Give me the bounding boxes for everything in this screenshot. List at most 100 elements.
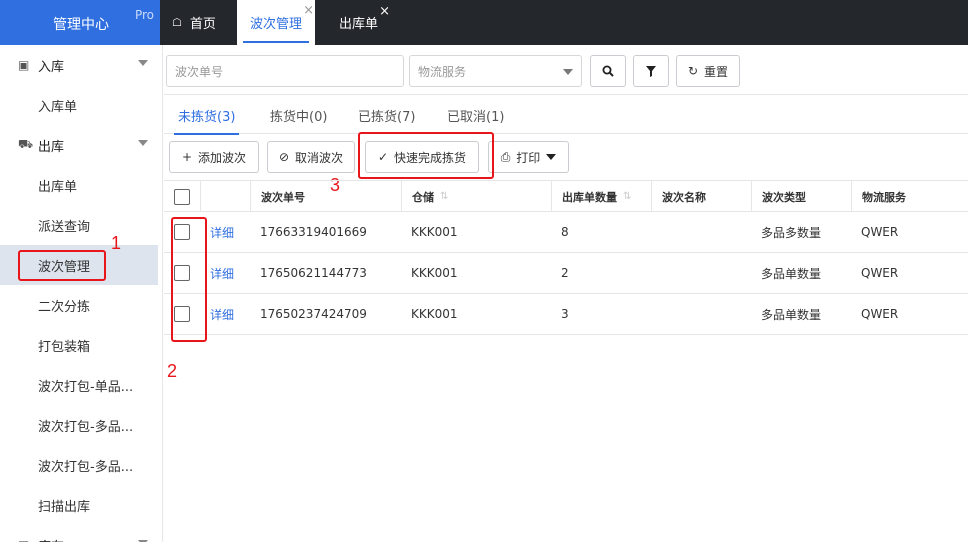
- warehouse-cell: KKK001: [411, 225, 458, 239]
- home-icon: ☖: [172, 16, 182, 29]
- table-row[interactable]: 详细 17663319401669 KKK001 8 多品多数量 QWER: [164, 212, 968, 253]
- table-row[interactable]: 详细 17650237424709 KKK001 3 多品单数量 QWER: [164, 294, 968, 335]
- table-header: 波次单号 仓储 ⇅ 出库单数量 ⇅ 波次名称 波次类型 物流服务: [164, 180, 968, 212]
- search-icon: [602, 65, 614, 77]
- wave-name-cell: [651, 294, 661, 334]
- column-header-warehouse[interactable]: 仓储 ⇅: [401, 181, 551, 212]
- annotation-highlight-box: [171, 217, 207, 342]
- box-icon: ▣: [18, 538, 34, 542]
- truck-icon: ⛟: [18, 137, 34, 151]
- tab-wave-management[interactable]: 波次管理 ×: [237, 0, 315, 45]
- tab-home[interactable]: ☖ 首页: [160, 0, 235, 45]
- column-label: 仓储: [412, 190, 434, 204]
- column-label: 波次名称: [662, 190, 706, 204]
- sidebar-item-label: 入库单: [38, 99, 78, 115]
- logistics-cell: QWER: [861, 225, 899, 239]
- sidebar-group-outbound[interactable]: ⛟ 出库: [0, 125, 158, 165]
- add-wave-label: 添加波次: [198, 150, 247, 165]
- sidebar-item-label: 波次打包-多品...: [38, 459, 134, 475]
- wave-type-cell: 多品单数量: [761, 266, 822, 281]
- column-header-logistics-service[interactable]: 物流服务: [851, 181, 968, 212]
- ban-icon: ⊘: [278, 150, 290, 164]
- cancel-wave-button[interactable]: ⊘ 取消波次: [267, 141, 355, 173]
- column-header-action: [200, 181, 250, 212]
- filter-icon: [646, 65, 656, 77]
- sidebar-item-wave-management[interactable]: 波次管理: [0, 245, 158, 285]
- chevron-down-icon: [138, 140, 148, 146]
- reset-label: 重置: [704, 64, 729, 79]
- print-icon: ⎙: [500, 149, 511, 164]
- tab-outbound-label: 出库单: [339, 17, 379, 32]
- wave-name-cell: [651, 212, 661, 252]
- sidebar-item-label: 二次分拣: [38, 299, 91, 315]
- brand-pro-badge: Pro: [134, 8, 154, 22]
- tab-home-label: 首页: [189, 17, 216, 32]
- reset-button[interactable]: ↻ 重置: [676, 55, 740, 87]
- search-button[interactable]: [590, 55, 626, 87]
- select-all-cell: [164, 181, 200, 212]
- order-count-cell: 2: [561, 266, 569, 280]
- cancel-wave-label: 取消波次: [295, 150, 344, 165]
- print-dropdown-button[interactable]: ⎙ 打印: [488, 141, 569, 173]
- logistics-service-select[interactable]: 物流服务: [409, 55, 582, 87]
- sidebar-item-wave-pack-single[interactable]: 波次打包-单品...: [0, 365, 158, 405]
- column-label: 物流服务: [862, 190, 906, 204]
- sidebar-item-secondary-sorting[interactable]: 二次分拣: [0, 285, 158, 325]
- sidebar-group-label: 库存: [38, 536, 64, 542]
- sidebar-item-outbound-order[interactable]: 出库单: [0, 165, 158, 205]
- column-header-order-count[interactable]: 出库单数量 ⇅: [551, 181, 651, 212]
- annotation-label: 2: [167, 361, 178, 381]
- sidebar-group-inventory[interactable]: ▣ 库存: [0, 525, 158, 542]
- table-row[interactable]: 详细 17650621144773 KKK001 2 多品单数量 QWER: [164, 253, 968, 294]
- annotation-highlight-box: [358, 132, 494, 179]
- close-icon[interactable]: ×: [379, 5, 390, 18]
- sidebar-item-scan-outbound[interactable]: 扫描出库: [0, 485, 158, 525]
- wave-number-cell: 17663319401669: [260, 225, 367, 239]
- main-content: 波次单号 物流服务 ↻ 重置 未拣货(3) 拣货中(0) 已拣货(7) 已取消(…: [164, 45, 968, 542]
- sidebar-item-wave-pack-multi-1[interactable]: 波次打包-多品...: [0, 405, 158, 445]
- column-header-wave-type[interactable]: 波次类型: [751, 181, 851, 212]
- column-label: 波次单号: [261, 190, 305, 204]
- sidebar-group-inbound[interactable]: ▣ 入库: [0, 45, 158, 85]
- chevron-down-icon: [563, 69, 573, 75]
- chevron-down-icon: [138, 60, 148, 66]
- wave-name-cell: [651, 253, 661, 293]
- sidebar-item-label: 出库单: [38, 179, 78, 195]
- sidebar-item-wave-pack-multi-2[interactable]: 波次打包-多品...: [0, 445, 158, 485]
- tab-outbound-order[interactable]: 出库单 ×: [330, 0, 390, 45]
- sort-icon[interactable]: ⇅: [623, 191, 631, 202]
- plus-icon: +: [181, 150, 193, 164]
- sidebar: ▣ 入库 入库单 ⛟ 出库 出库单 派送查询 波次管理 二次分拣 打包装箱 波次…: [0, 45, 163, 542]
- sidebar-item-label: 派送查询: [38, 219, 91, 235]
- tab-picked[interactable]: 已拣货(7): [358, 96, 415, 134]
- brand-header: 管理中心 Pro: [0, 0, 160, 45]
- tab-picking[interactable]: 拣货中(0): [270, 96, 327, 134]
- sidebar-item-label: 打包装箱: [38, 339, 91, 355]
- close-icon[interactable]: ×: [303, 4, 314, 17]
- wave-number-input[interactable]: 波次单号: [166, 55, 404, 87]
- logistics-placeholder: 物流服务: [418, 64, 467, 79]
- sort-icon[interactable]: ⇅: [440, 191, 448, 202]
- column-header-wave-name[interactable]: 波次名称: [651, 181, 751, 212]
- sidebar-item-delivery-query[interactable]: 派送查询: [0, 205, 158, 245]
- brand-title: 管理中心: [53, 17, 109, 33]
- annotation-label: 1: [111, 233, 122, 253]
- filter-button[interactable]: [633, 55, 669, 87]
- logistics-cell: QWER: [861, 307, 899, 321]
- add-wave-button[interactable]: + 添加波次: [169, 141, 259, 173]
- column-header-wave-number[interactable]: 波次单号: [250, 181, 401, 212]
- tab-unpicked[interactable]: 未拣货(3): [173, 96, 240, 135]
- wave-type-cell: 多品单数量: [761, 307, 822, 322]
- search-bar: 波次单号 物流服务 ↻ 重置: [164, 45, 968, 95]
- status-tabs: 未拣货(3) 拣货中(0) 已拣货(7) 已取消(1): [164, 96, 968, 135]
- select-all-checkbox[interactable]: [174, 188, 190, 205]
- sidebar-item-label: 扫描出库: [38, 499, 91, 515]
- tab-cancelled[interactable]: 已取消(1): [447, 96, 504, 134]
- wave-number-cell: 17650621144773: [260, 266, 367, 280]
- warehouse-cell: KKK001: [411, 307, 458, 321]
- wave-type-cell: 多品多数量: [761, 225, 822, 240]
- sidebar-item-label: 波次管理: [18, 249, 107, 281]
- sidebar-item-packing[interactable]: 打包装箱: [0, 325, 158, 365]
- sidebar-group-label: 入库: [38, 59, 65, 75]
- sidebar-item-inbound-order[interactable]: 入库单: [0, 85, 158, 125]
